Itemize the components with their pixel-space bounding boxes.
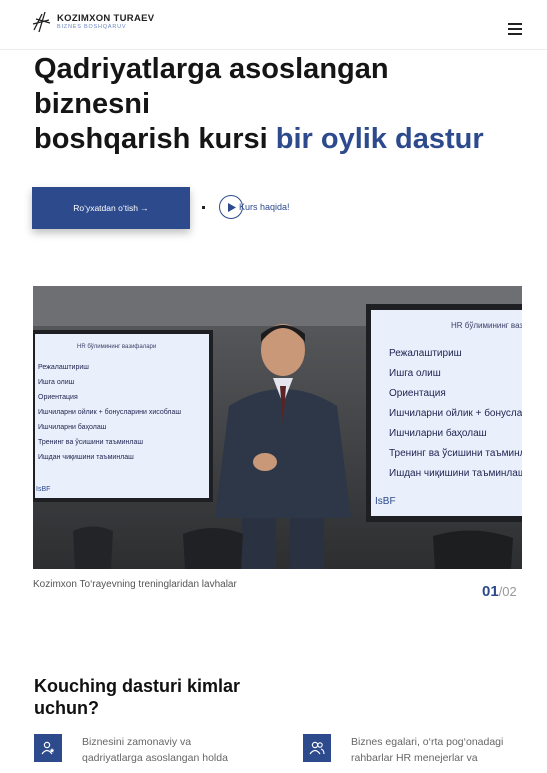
svg-text:Тренинг ва ўсишини таъминлаш: Тренинг ва ўсишини таъминлаш — [389, 447, 522, 459]
svg-text:Ишдан чиқишини таъминлаш: Ишдан чиқишини таъминлаш — [389, 468, 522, 479]
svg-text:IsBF: IsBF — [375, 496, 396, 507]
svg-text:Ишга олиш: Ишга олиш — [389, 368, 441, 379]
brand-subtitle: BIZNES BOSHQARUV — [57, 24, 127, 30]
about-course-link[interactable]: Kurs haqida! — [219, 195, 290, 219]
audience-item-text: Biznesini zamonaviy va qadriyatlarga aso… — [82, 736, 228, 764]
svg-text:HR бўлимининг вазифалари: HR бўлимининг вазифалари — [451, 321, 522, 330]
about-course-label: Kurs haqida! — [239, 202, 290, 212]
user-star-icon — [34, 734, 62, 762]
hero-title: Qadriyatlarga asoslangan biznesni boshqa… — [34, 52, 534, 157]
separator-dot — [202, 206, 205, 209]
svg-text:Режалаштириш: Режалаштириш — [38, 364, 89, 371]
svg-text:Тренинг ва ўсишини таъминлаш: Тренинг ва ўсишини таъминлаш — [38, 438, 143, 446]
brand-name: KOZIMXON TURAEV — [57, 13, 155, 24]
training-photo-illustration: HR бўлимининг вазифалари Режалаштириш Иш… — [33, 286, 522, 569]
audience-item: Biznes egalari, o‘rta pog‘onadagi rahbar… — [303, 734, 531, 766]
audience-item-text: Biznes egalari, o‘rta pog‘onadagi rahbar… — [351, 736, 504, 764]
hero-title-accent: bir oylik dastur — [275, 123, 484, 155]
logo-mark-icon — [32, 11, 51, 33]
audience-item: Biznesini zamonaviy va qadriyatlarga aso… — [34, 734, 252, 766]
svg-text:Ишчиларни баҳолаш: Ишчиларни баҳолаш — [38, 423, 107, 431]
svg-text:Ориентация: Ориентация — [38, 394, 78, 401]
register-button[interactable]: Ro‘yxatdan o‘tish → — [32, 187, 190, 229]
hero-title-line1: Qadriyatlarga asoslangan — [34, 53, 389, 85]
training-photo: HR бўлимининг вазифалари Режалаштириш Иш… — [33, 286, 522, 569]
brand-text: KOZIMXON TURAEV BIZNES BOSHQARUV — [57, 13, 154, 31]
users-icon — [303, 734, 331, 762]
brand-logo[interactable]: KOZIMXON TURAEV BIZNES BOSHQARUV — [30, 10, 154, 34]
svg-text:IsBF: IsBF — [36, 486, 50, 493]
slide-current: 01 — [482, 583, 499, 600]
hero-title-line3: boshqarish kursi — [34, 123, 268, 155]
slide-counter: 01/02 — [482, 583, 517, 600]
hamburger-menu-icon[interactable] — [508, 23, 525, 35]
svg-text:Ишга олиш: Ишга олиш — [38, 379, 75, 386]
photo-caption: Kozimxon To‘rayevning treninglaridan lav… — [33, 579, 237, 590]
svg-text:Режалаштириш: Режалаштириш — [389, 348, 462, 359]
hero-title-line2: biznesni — [34, 88, 151, 120]
svg-text:HR бўлимининг вазифалари: HR бўлимининг вазифалари — [77, 343, 156, 350]
svg-text:Ишчиларни баҳолаш: Ишчиларни баҳолаш — [389, 427, 487, 439]
site-header: KOZIMXON TURAEV BIZNES BOSHQARUV — [0, 0, 547, 50]
svg-text:Ишчиларни ойлик + бонусларини: Ишчиларни ойлик + бонусларини хисоблаш — [38, 408, 181, 416]
audience-section-title: Kouching dasturi kimlar uchun? — [34, 676, 241, 718]
svg-text:Ишдан чиқишини таъминлаш: Ишдан чиқишини таъминлаш — [38, 454, 134, 461]
svg-text:Ориентация: Ориентация — [389, 388, 446, 399]
slide-total: /02 — [498, 584, 517, 599]
svg-text:Ишчиларни ойлик + бонусларини: Ишчиларни ойлик + бонусларини хисоблаш — [389, 407, 522, 419]
